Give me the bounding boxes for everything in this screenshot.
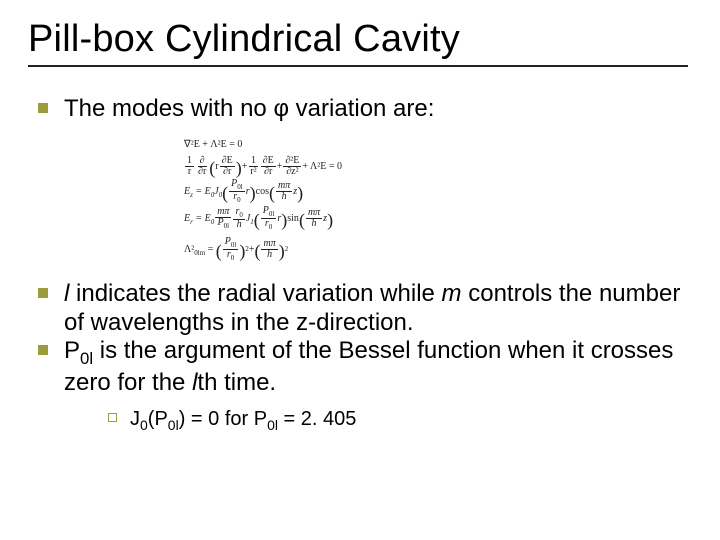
eq2-f2-den: ∂r bbox=[196, 167, 208, 177]
equation-4: Er = E0 mπP0l r0h J1 ( P0lr0 r ) sin ( m… bbox=[184, 206, 684, 231]
eq4-f1-den: P0l bbox=[216, 218, 232, 230]
eq4-f2-den: h bbox=[235, 220, 244, 230]
eq3-Ez: Ez bbox=[184, 182, 193, 202]
equation-1: ∇²E + Λ²E = 0 bbox=[184, 135, 684, 154]
eq3-E0: = E0 bbox=[195, 182, 214, 202]
eq4-J1: J1 bbox=[246, 209, 254, 229]
sub1-J0: J0 bbox=[130, 408, 148, 430]
sub1-b: (P0l bbox=[148, 408, 179, 430]
eq3-J0: J0 bbox=[214, 182, 222, 202]
bullet-list: The modes with no φ variation are: ∇²E +… bbox=[28, 95, 688, 434]
bullet-1: The modes with no φ variation are: ∇²E +… bbox=[32, 95, 684, 262]
bullet-1-text: The modes with no φ variation are: bbox=[64, 95, 434, 122]
eq2-plus2: + bbox=[277, 157, 283, 176]
bullet-3-text-a: is the argument of the Bessel function w… bbox=[64, 337, 673, 396]
eq3-a1-den: r0 bbox=[231, 192, 242, 204]
eq5-t2-den: h bbox=[265, 250, 274, 260]
eq4-E0: = E0 bbox=[195, 209, 214, 229]
sub-bullet-list: J0(P0l) = 0 for P0l = 2. 405 bbox=[64, 407, 684, 434]
eq4-Er: Er bbox=[184, 209, 193, 229]
bullet-2-m: m bbox=[442, 280, 462, 307]
eq5-t1-den: r0 bbox=[225, 250, 236, 262]
bullet-2-text-a: indicates the radial variation while bbox=[69, 280, 441, 307]
bullet-2: l indicates the radial variation while m… bbox=[32, 280, 684, 337]
eq2-f1-den: r bbox=[186, 167, 193, 177]
sub-bullet-1: J0(P0l) = 0 for P0l = 2. 405 bbox=[104, 407, 684, 434]
eq2-f3-den: ∂r bbox=[221, 167, 233, 177]
slide-title: Pill-box Cylindrical Cavity bbox=[28, 18, 688, 61]
eq5-sq2: 2 bbox=[285, 243, 289, 256]
equation-3: Ez = E0 J0 ( P0lr0 r ) cos ( mπh z ) bbox=[184, 179, 684, 204]
sub1-d: = 2. 405 bbox=[278, 408, 356, 430]
bullet-3-text-b: th time. bbox=[197, 369, 276, 396]
eq2-plus1: + bbox=[242, 157, 248, 176]
eq1-text: ∇²E + Λ²E = 0 bbox=[184, 135, 242, 154]
eq3-cos: cos bbox=[256, 182, 269, 201]
eq2-f5-den: ∂r bbox=[262, 167, 274, 177]
bullet-3-P0l: P0l bbox=[64, 337, 93, 364]
equation-block: ∇²E + Λ²E = 0 1r ∂∂r ( r ∂E∂r ) + 1r² ∂E… bbox=[184, 135, 684, 262]
equation-2: 1r ∂∂r ( r ∂E∂r ) + 1r² ∂E∂r + ∂²E∂z² + … bbox=[184, 156, 684, 177]
sub1-c: ) = 0 for P0l bbox=[179, 408, 278, 430]
eq3-a2-den: h bbox=[280, 192, 289, 202]
equation-5: Λ²0lm = ( P0lr0 )2 + ( mπh )2 bbox=[184, 237, 684, 262]
eq4-a2-den: h bbox=[310, 219, 319, 229]
eq2-tail: + Λ²E = 0 bbox=[302, 157, 342, 176]
eq2-f6-den: ∂z² bbox=[284, 167, 300, 177]
eq2-r: r bbox=[215, 157, 218, 176]
eq4-sin: sin bbox=[287, 209, 299, 228]
eq2-f4-den: r² bbox=[248, 167, 258, 177]
bullet-3: P0l is the argument of the Bessel functi… bbox=[32, 337, 684, 434]
title-wrap: Pill-box Cylindrical Cavity bbox=[28, 18, 688, 67]
slide: Pill-box Cylindrical Cavity The modes wi… bbox=[0, 0, 720, 540]
eq4-a1-den: r0 bbox=[263, 219, 274, 231]
eq5-lhs: Λ²0lm bbox=[184, 240, 205, 260]
